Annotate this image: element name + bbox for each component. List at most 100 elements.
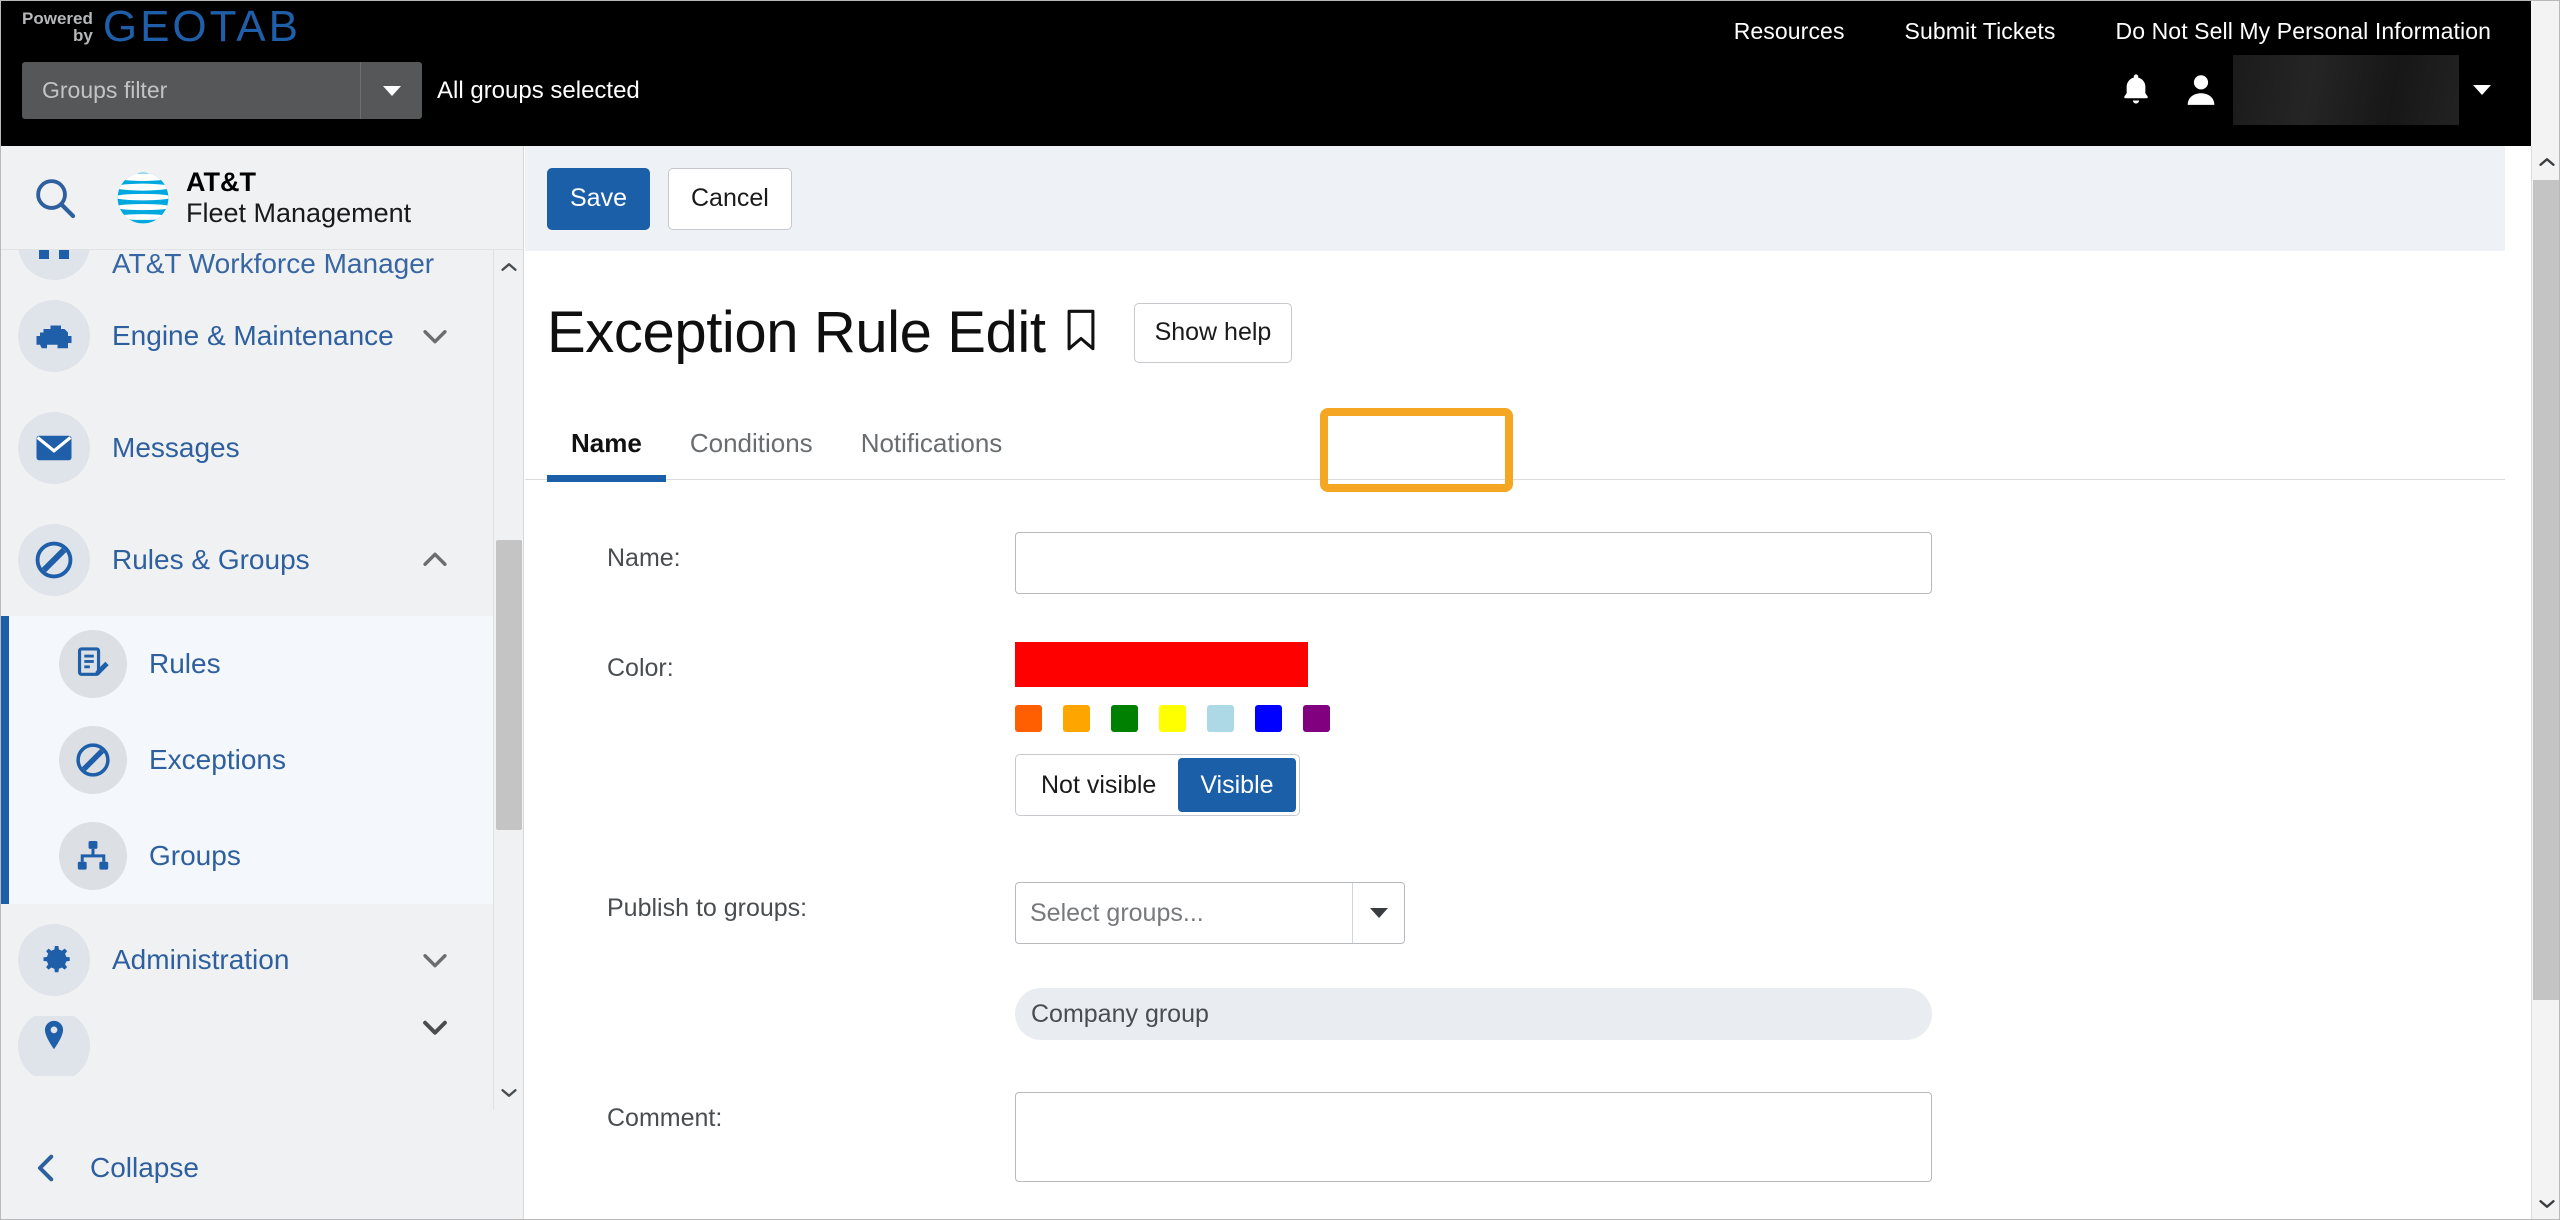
chevron-up-icon[interactable]	[418, 543, 452, 577]
chevron-down-icon[interactable]	[418, 943, 452, 977]
bookmark-button[interactable]	[1064, 307, 1098, 358]
page-scrollbar-thumb[interactable]	[2533, 180, 2560, 1000]
sidebar-scrollbar[interactable]	[493, 250, 523, 1110]
no-entry-icon	[76, 743, 110, 777]
comment-textarea[interactable]	[1015, 1092, 1932, 1182]
search-button[interactable]	[18, 161, 92, 235]
sidebar-scrollbar-thumb[interactable]	[496, 540, 522, 830]
chevron-down-icon	[2473, 85, 2491, 95]
att-globe-logo	[117, 172, 169, 223]
chevron-up-icon	[501, 263, 517, 271]
chevron-down-icon[interactable]	[418, 1016, 452, 1044]
gear-icon-wrap	[18, 924, 90, 996]
sidebar-item-administration[interactable]: Administration	[0, 904, 523, 1016]
group-chip-spacer	[525, 988, 1015, 1000]
topbar-scrollbar-gutter	[2531, 0, 2560, 146]
cancel-button[interactable]: Cancel	[667, 167, 792, 230]
color-swatch-3[interactable]	[1159, 705, 1186, 732]
rules-document-edit-icon	[77, 647, 109, 676]
chevron-down-icon	[2538, 1200, 2555, 1208]
chevron-left-icon	[37, 1154, 54, 1182]
user-menu-button[interactable]	[2171, 55, 2505, 125]
chevron-down-icon	[382, 85, 401, 96]
sidebar-item-rules[interactable]: Rules	[9, 616, 523, 712]
show-help-button[interactable]: Show help	[1133, 302, 1293, 363]
color-swatch-row	[1015, 705, 2505, 732]
no-entry-icon-wrap	[59, 726, 127, 794]
publish-field-wrap	[1015, 882, 2505, 944]
org-chart-icon	[77, 840, 109, 870]
org-chart-icon-wrap	[59, 822, 127, 890]
sidebar-nav-scroll: AT&T Workforce Manager Engine & Maintena…	[0, 250, 523, 1110]
exception-rule-form: Name: Color: Not visible Visible Publish…	[525, 480, 2505, 1187]
nav-link-resources[interactable]: Resources	[1734, 18, 1845, 45]
sidebar-collapse-button[interactable]: Collapse	[0, 1116, 523, 1220]
group-chip-company-group[interactable]: Company group	[1015, 988, 1932, 1040]
nav-link-do-not-sell[interactable]: Do Not Sell My Personal Information	[2116, 18, 2492, 45]
nav-link-submit-tickets[interactable]: Submit Tickets	[1905, 18, 2056, 45]
page-title: Exception Rule Edit	[547, 300, 1046, 365]
sidebar-item-rules-label: Rules	[149, 648, 221, 679]
comment-field-wrap	[1015, 1092, 2505, 1187]
groups-filter-input[interactable]	[22, 62, 360, 119]
form-row-publish-groups: Publish to groups:	[525, 882, 2505, 988]
sidebar-item-exceptions-label: Exceptions	[149, 744, 286, 775]
tab-notifications[interactable]: Notifications	[837, 428, 1027, 479]
sidebar-item-exceptions[interactable]: Exceptions	[9, 712, 523, 808]
sidebar-item-partial[interactable]	[0, 1016, 523, 1076]
publish-to-groups-label: Publish to groups:	[607, 894, 808, 922]
brand-att-label: AT&T	[186, 167, 256, 198]
color-swatch-6[interactable]	[1303, 705, 1330, 732]
notifications-bell-button[interactable]	[2101, 56, 2171, 124]
select-groups-dropdown-arrow[interactable]	[1352, 883, 1404, 943]
sidebar-item-groups-label: Groups	[149, 840, 241, 871]
sidebar-item-messages[interactable]: Messages	[0, 392, 523, 504]
color-swatch-5[interactable]	[1255, 705, 1282, 732]
tab-conditions[interactable]: Conditions	[666, 428, 837, 479]
sidebar-scroll-down-button[interactable]	[494, 1076, 523, 1110]
sidebar-item-messages-label: Messages	[112, 432, 240, 463]
all-groups-selected-label: All groups selected	[437, 76, 640, 104]
geotab-logo: Powered by GEOTAB	[22, 2, 301, 52]
no-entry-icon-wrap	[18, 524, 90, 596]
tab-name[interactable]: Name	[547, 428, 666, 482]
color-preview-swatch[interactable]	[1015, 642, 1308, 687]
page-scroll-down-button[interactable]	[2532, 1188, 2560, 1220]
color-swatch-0[interactable]	[1015, 705, 1042, 732]
user-avatar-icon	[2187, 75, 2215, 105]
groups-filter-dropdown-arrow[interactable]	[360, 62, 422, 119]
powered-label: Powered	[22, 9, 93, 28]
color-field-wrap: Not visible Visible	[1015, 642, 2505, 816]
save-button[interactable]: Save	[547, 167, 650, 230]
workforce-icon	[39, 250, 69, 259]
form-row-group-chip: Company group	[525, 988, 2505, 1092]
sidebar-scroll-up-button[interactable]	[494, 250, 523, 284]
sidebar-item-workforce-manager-label: AT&T Workforce Manager	[112, 250, 435, 279]
color-swatch-2[interactable]	[1111, 705, 1138, 732]
engine-icon-wrap	[18, 300, 90, 372]
name-input[interactable]	[1015, 532, 1932, 594]
user-menu-caret[interactable]	[2459, 56, 2505, 124]
name-field-wrap	[1015, 532, 2505, 594]
topbar-user-area	[2101, 55, 2505, 125]
select-groups-input[interactable]	[1016, 883, 1352, 943]
sidebar-item-groups[interactable]: Groups	[9, 808, 523, 904]
groups-filter-control[interactable]	[22, 62, 422, 119]
user-name-redacted	[2233, 55, 2459, 125]
not-visible-toggle[interactable]: Not visible	[1019, 758, 1178, 812]
sidebar-item-workforce-manager[interactable]: AT&T Workforce Manager	[0, 250, 523, 280]
bell-icon	[2124, 74, 2148, 104]
color-swatch-4[interactable]	[1207, 705, 1234, 732]
sidebar: AT&T Fleet Management AT&T Workforce Man…	[0, 146, 524, 1220]
page-scroll-up-button[interactable]	[2532, 146, 2560, 178]
chevron-down-icon[interactable]	[418, 319, 452, 353]
color-swatch-1[interactable]	[1063, 705, 1090, 732]
select-groups-control[interactable]	[1015, 882, 1405, 944]
sidebar-item-rules-groups[interactable]: Rules & Groups	[0, 504, 523, 616]
page-scrollbar[interactable]	[2531, 146, 2560, 1220]
sidebar-item-engine-maintenance[interactable]: Engine & Maintenance	[0, 280, 523, 392]
sidebar-item-administration-label: Administration	[112, 944, 290, 975]
visible-toggle[interactable]: Visible	[1178, 758, 1296, 812]
sidebar-subnav-rules-groups: Rules Exceptions Groups	[0, 616, 523, 904]
att-brand: AT&T Fleet Management	[114, 167, 411, 228]
